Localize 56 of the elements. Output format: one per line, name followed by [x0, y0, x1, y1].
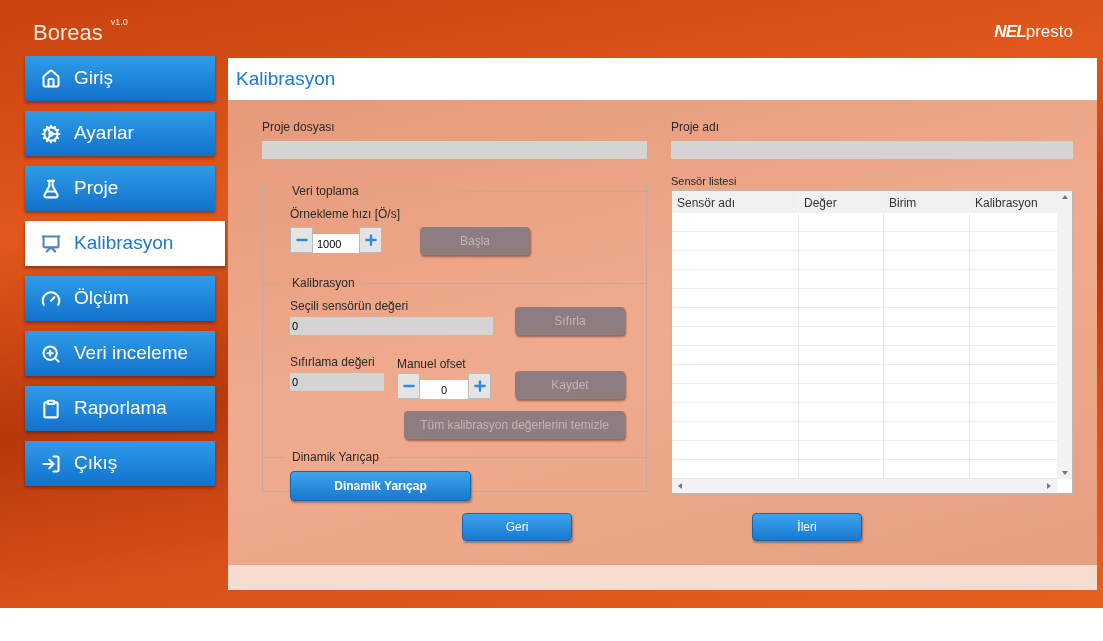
- scroll-left-icon: [678, 483, 682, 489]
- reset-value-field[interactable]: 0: [290, 373, 384, 391]
- nav-item[interactable]: Raporlama: [25, 386, 215, 431]
- scroll-right-icon: [1047, 483, 1051, 489]
- clipboard-icon: [41, 398, 61, 419]
- scroll-down-icon: [1061, 471, 1068, 475]
- group-legend: Dinamik Yarıçap: [284, 448, 387, 466]
- nav-item[interactable]: Proje: [25, 166, 215, 211]
- field-label: Proje adı: [671, 119, 721, 136]
- plus-icon: [471, 378, 488, 394]
- nav-item[interactable]: Veri inceleme: [25, 331, 215, 376]
- horizontal-scrollbar[interactable]: [672, 479, 1057, 493]
- settings-icon: [41, 123, 61, 144]
- decrement-button[interactable]: [290, 227, 313, 253]
- column-header[interactable]: Değer: [799, 191, 884, 213]
- field-label: Sıfırlama değeri: [290, 354, 376, 371]
- field-label: Örnekleme hızı [Ö/s]: [290, 207, 401, 221]
- page-title: Kalibrasyon: [236, 66, 336, 91]
- app-title: Boreas: [33, 22, 103, 44]
- brand-mark: NEL: [994, 23, 1026, 40]
- group-legend: Kalibrasyon: [284, 274, 363, 292]
- flask-icon: [41, 178, 61, 199]
- nav-item[interactable]: Ayarlar: [25, 111, 215, 156]
- sensor-value-field[interactable]: 0: [290, 317, 493, 335]
- scroll-up-icon: [1061, 195, 1068, 199]
- presentation-icon: [41, 233, 61, 254]
- column-header[interactable]: Kalibrasyon: [970, 191, 1044, 213]
- vertical-scrollbar[interactable]: [1057, 191, 1072, 479]
- nav-item[interactable]: Çıkış: [25, 441, 215, 486]
- field-label: Sensör listesi: [671, 174, 738, 188]
- field-label: Seçili sensörün değeri: [290, 298, 410, 315]
- next-button[interactable]: İleri: [752, 513, 862, 541]
- version-label: v1.0: [110, 16, 128, 29]
- column-header[interactable]: Birim: [884, 191, 970, 213]
- nav-item[interactable]: Ölçüm: [25, 276, 215, 321]
- back-button[interactable]: Geri: [462, 513, 572, 541]
- column-header[interactable]: Sensör adı: [672, 191, 799, 213]
- exit-icon: [41, 453, 61, 474]
- dynamic-radius-button[interactable]: Dinamik Yarıçap: [290, 471, 471, 501]
- gauge-icon: [41, 288, 61, 309]
- number-field[interactable]: 1000: [313, 234, 359, 253]
- number-field[interactable]: 0: [420, 380, 468, 399]
- field-label: Manuel ofset: [397, 356, 467, 373]
- nav-item[interactable]: Kalibrasyon: [25, 221, 225, 266]
- decrement-button[interactable]: [397, 373, 420, 399]
- group-legend: Veri toplama: [284, 182, 367, 200]
- zoom-in-icon: [41, 343, 61, 364]
- increment-button[interactable]: [359, 227, 382, 253]
- home-icon: [41, 68, 61, 89]
- project-name-field[interactable]: [671, 141, 1073, 159]
- increment-button[interactable]: [468, 373, 491, 399]
- project-file-field[interactable]: [262, 141, 647, 159]
- field-label: Proje dosyası: [262, 119, 336, 136]
- nav-item[interactable]: Giriş: [25, 56, 215, 101]
- brand-name: presto: [1025, 23, 1073, 40]
- plus-icon: [362, 232, 379, 248]
